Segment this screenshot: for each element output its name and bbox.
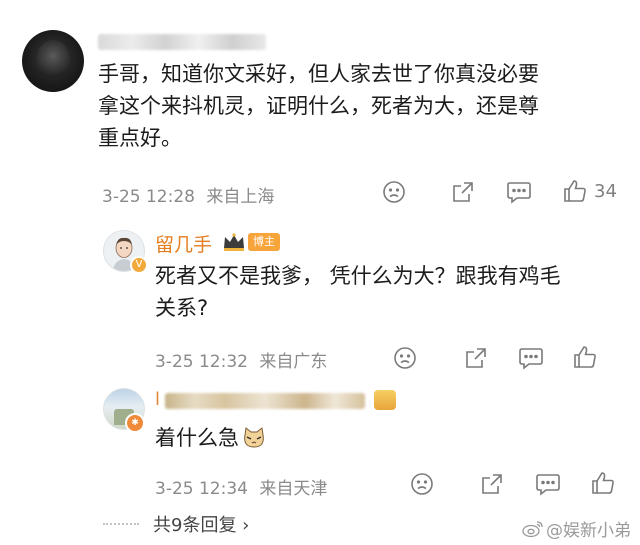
share-button[interactable] bbox=[480, 472, 504, 496]
share-icon bbox=[466, 348, 486, 368]
comment-meta: 3-25 12:28 来自上海 bbox=[102, 182, 274, 207]
reply-body: 死者又不是我爹， 凭什么为大？跟我有鸡毛 关系? bbox=[155, 260, 625, 324]
like-button[interactable] bbox=[572, 344, 598, 370]
share-icon bbox=[453, 182, 473, 202]
reply-location: 来自广东 bbox=[259, 352, 328, 372]
reply-line: 死者又不是我爹， 凭什么为大？跟我有鸡毛 bbox=[155, 264, 561, 288]
watermark: @娱新小弟 bbox=[522, 516, 631, 541]
comment-location: 来自上海 bbox=[206, 187, 275, 207]
cat-emoji-icon bbox=[244, 427, 264, 448]
dislike-icon bbox=[411, 473, 433, 495]
share-icon bbox=[482, 474, 502, 494]
dislike-button[interactable] bbox=[393, 346, 417, 370]
dislike-button[interactable] bbox=[410, 472, 434, 496]
reply-location: 来自天津 bbox=[259, 479, 328, 499]
comment-icon bbox=[536, 474, 560, 496]
comment-icon bbox=[507, 182, 531, 204]
reply-body: 着什么急 bbox=[155, 422, 266, 454]
comment-time: 3-25 12:28 bbox=[102, 187, 195, 207]
more-replies-link[interactable]: 共9条回复 › bbox=[153, 511, 249, 537]
level-badge bbox=[374, 390, 396, 410]
like-button[interactable]: 34 bbox=[562, 178, 617, 204]
crown-icon bbox=[224, 233, 244, 251]
reply-time: 3-25 12:34 bbox=[155, 479, 248, 499]
like-icon bbox=[574, 346, 596, 368]
blogger-badge: 博主 bbox=[248, 233, 280, 251]
verified-badge: ✱ bbox=[125, 413, 145, 433]
reply-username-blurred[interactable] bbox=[165, 393, 365, 409]
reply-time: 3-25 12:32 bbox=[155, 352, 248, 372]
crown-level-badge bbox=[222, 232, 246, 256]
comment-button[interactable] bbox=[518, 346, 544, 370]
dislike-icon bbox=[383, 181, 405, 203]
reply-line: 关系? bbox=[155, 296, 209, 320]
comment-line: 重点好。 bbox=[98, 126, 182, 150]
share-button[interactable] bbox=[451, 180, 475, 204]
reply-username-prefix: l bbox=[155, 389, 161, 410]
reply-meta: 3-25 12:32 来自广东 bbox=[155, 347, 327, 372]
watermark-text: @娱新小弟 bbox=[546, 521, 631, 541]
dislike-icon bbox=[394, 347, 416, 369]
weibo-logo-icon bbox=[522, 520, 543, 537]
reply-username[interactable]: 留几手 bbox=[155, 230, 212, 257]
share-button[interactable] bbox=[464, 346, 488, 370]
commenter-avatar[interactable] bbox=[22, 30, 84, 92]
like-count: 34 bbox=[594, 180, 617, 202]
like-icon bbox=[564, 180, 586, 202]
comment-button[interactable] bbox=[535, 472, 561, 496]
dislike-button[interactable] bbox=[382, 180, 406, 204]
comment-icon bbox=[519, 348, 543, 370]
comment-line: 拿这个来抖机灵，证明什么，死者为大，还是尊 bbox=[98, 94, 539, 118]
reply-line: 着什么急 bbox=[155, 426, 239, 450]
like-icon bbox=[592, 472, 614, 494]
comment-button[interactable] bbox=[506, 180, 532, 204]
commenter-name-blurred[interactable] bbox=[98, 34, 266, 50]
reply-meta: 3-25 12:34 来自天津 bbox=[155, 474, 327, 499]
verified-badge: V bbox=[130, 256, 148, 274]
like-button[interactable] bbox=[590, 470, 616, 496]
comment-line: 手哥，知道你文采好，但人家去世了你真没必要 bbox=[98, 62, 539, 86]
divider-dots bbox=[103, 523, 139, 525]
comment-body: 手哥，知道你文采好，但人家去世了你真没必要 拿这个来抖机灵，证明什么，死者为大，… bbox=[98, 58, 628, 154]
